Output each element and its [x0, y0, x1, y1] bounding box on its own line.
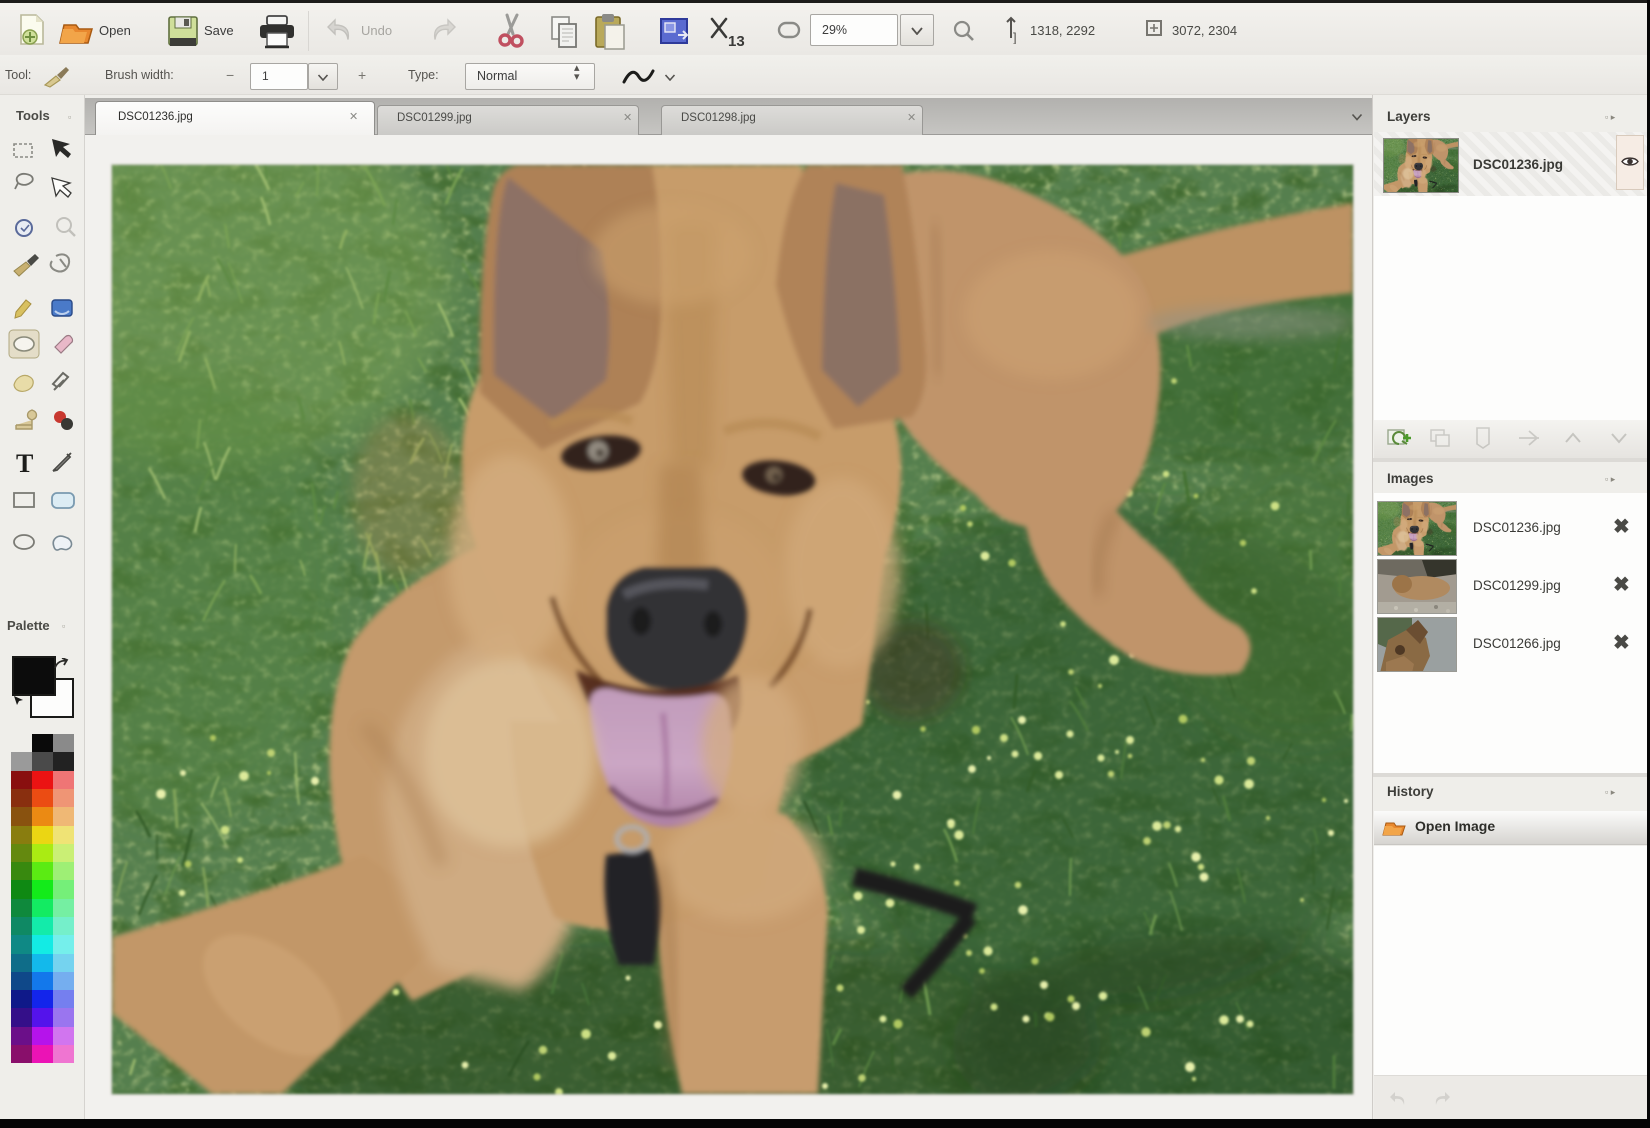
svg-text:13: 13 [728, 33, 745, 50]
svg-text:]: ] [1013, 30, 1017, 44]
svg-text:T: T [16, 449, 33, 478]
